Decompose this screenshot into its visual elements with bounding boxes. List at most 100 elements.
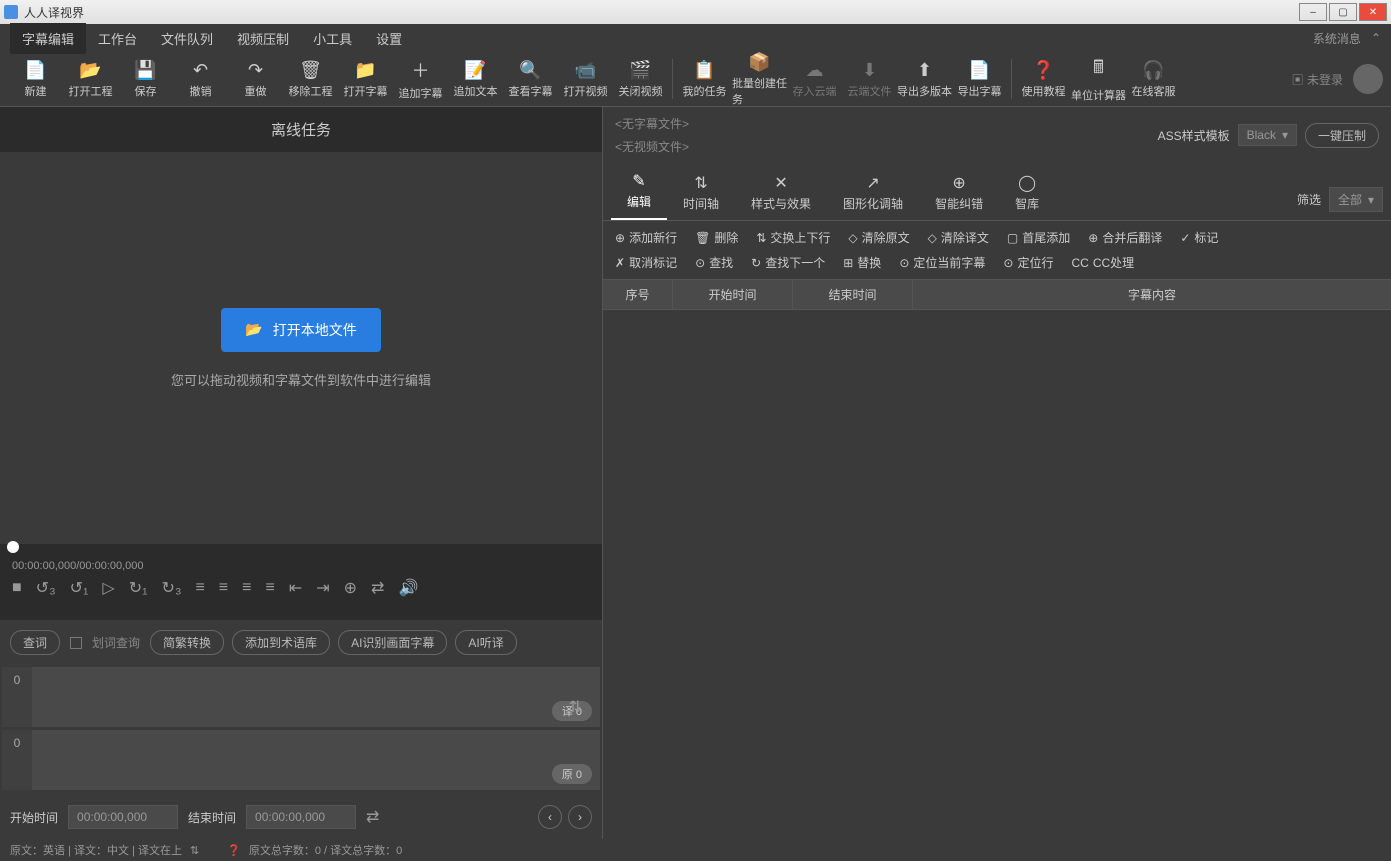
align2-button[interactable]: ≡ (242, 579, 251, 597)
tool-云端文件[interactable]: ⬇云端文件 (842, 54, 897, 104)
tool-打开视频[interactable]: 📹打开视频 (558, 54, 613, 104)
col-end[interactable]: 结束时间 (793, 280, 913, 309)
avatar[interactable] (1353, 64, 1383, 94)
tool-移除工程[interactable]: 🗑移除工程 (283, 54, 338, 104)
tool-我的任务[interactable]: 📋我的任务 (677, 54, 732, 104)
filter-select[interactable]: 全部▾ (1329, 187, 1383, 212)
system-message[interactable]: 系统消息 (1313, 30, 1361, 47)
chip-添加到术语库[interactable]: 添加到术语库 (232, 630, 330, 655)
tool-查看字幕[interactable]: 🔍查看字幕 (503, 54, 558, 104)
stop-button[interactable]: ■ (12, 579, 22, 597)
chip-AI识别画面字幕[interactable]: AI识别画面字幕 (338, 630, 447, 655)
oneclick-encode-button[interactable]: 一键压制 (1305, 123, 1379, 148)
indent-button[interactable]: ≡ (195, 579, 204, 597)
next-button[interactable]: › (568, 805, 592, 829)
target-button[interactable]: ⊕ (344, 578, 357, 598)
tab-时间轴[interactable]: ⇅时间轴 (667, 165, 735, 220)
loop-button[interactable]: ⇄ (371, 578, 384, 598)
fwd3-button[interactable]: ↻₃ (162, 578, 182, 598)
lookup-chip[interactable]: 查词 (10, 630, 60, 655)
action-定位行[interactable]: ⊙定位行 (1003, 254, 1053, 271)
tool-重做[interactable]: ↷重做 (228, 54, 283, 104)
tab-图形化调轴[interactable]: ↗图形化调轴 (827, 165, 919, 220)
tab-智库[interactable]: ◯智库 (999, 165, 1055, 220)
tool-在线客服[interactable]: 🎧在线客服 (1126, 54, 1181, 104)
open-local-file-button[interactable]: 📂 打开本地文件 (221, 308, 380, 352)
action-CC处理[interactable]: CCCC处理 (1071, 254, 1134, 271)
tool-追加字幕[interactable]: ＋追加字幕 (393, 54, 448, 104)
timeline-playhead[interactable] (0, 544, 602, 552)
tool-批量创建任务[interactable]: 📦批量创建任务 (732, 54, 787, 104)
tool-导出字幕[interactable]: 📄导出字幕 (952, 54, 1007, 104)
chip-AI听译[interactable]: AI听译 (455, 630, 516, 655)
swap-time-button[interactable]: ⇄ (366, 807, 379, 827)
action-替换[interactable]: ⊞替换 (843, 254, 881, 271)
action-定位当前字幕[interactable]: ⊙定位当前字幕 (899, 254, 985, 271)
tool-保存[interactable]: 💾保存 (118, 54, 173, 104)
skip-start-button[interactable]: ⇤ (289, 578, 302, 598)
tool-关闭视频[interactable]: 🎬关闭视频 (613, 54, 668, 104)
tool-单位计算器[interactable]: 🖩单位计算器 (1071, 54, 1126, 104)
action-清除原文[interactable]: ◇清除原文 (848, 229, 909, 246)
menu-1[interactable]: 工作台 (86, 23, 149, 54)
chevron-up-icon[interactable]: ⌃ (1371, 31, 1381, 45)
prev-button[interactable]: ‹ (538, 805, 562, 829)
maximize-button[interactable]: ▢ (1329, 3, 1357, 21)
menu-5[interactable]: 设置 (364, 23, 414, 54)
minimize-button[interactable]: – (1299, 3, 1327, 21)
edit-box-1[interactable]: 0原 0 (2, 730, 600, 790)
chip-简繁转换[interactable]: 简繁转换 (150, 630, 224, 655)
skip-end-button[interactable]: ⇥ (316, 578, 329, 598)
menu-0[interactable]: 字幕编辑 (10, 23, 86, 54)
tool-新建[interactable]: 📄新建 (8, 54, 63, 104)
tab-样式与效果[interactable]: ✕样式与效果 (735, 165, 827, 220)
action-查找下一个[interactable]: ↻查找下一个 (751, 254, 825, 271)
tool-导出多版本[interactable]: ⬆导出多版本 (897, 54, 952, 104)
col-index[interactable]: 序号 (603, 280, 673, 309)
edit-box-0[interactable]: 0译 0 (2, 667, 600, 727)
action-查找[interactable]: ⊙查找 (695, 254, 733, 271)
start-time-input[interactable] (68, 805, 178, 829)
end-time-input[interactable] (246, 805, 356, 829)
menu-2[interactable]: 文件队列 (149, 23, 225, 54)
action-取消标记[interactable]: ✗取消标记 (615, 254, 677, 271)
play-button[interactable]: ▷ (102, 578, 114, 598)
col-start[interactable]: 开始时间 (673, 280, 793, 309)
tab-icon: ⊕ (935, 173, 983, 193)
action-删除[interactable]: 🗑删除 (695, 229, 738, 246)
action-清除译文[interactable]: ◇清除译文 (928, 229, 989, 246)
tab-智能纠错[interactable]: ⊕智能纠错 (919, 165, 999, 220)
menu-4[interactable]: 小工具 (301, 23, 364, 54)
lang-status[interactable]: 原文：英语 | 译文：中文 | 译文在上 (10, 842, 182, 858)
align3-button[interactable]: ≡ (265, 579, 274, 597)
action-首尾添加[interactable]: ▢首尾添加 (1007, 229, 1070, 246)
grid-body[interactable] (603, 310, 1391, 839)
fwd1-button[interactable]: ↻₁ (129, 578, 148, 598)
align1-button[interactable]: ≡ (219, 579, 228, 597)
back1-button[interactable]: ↺₁ (70, 578, 89, 598)
action-交换上下行[interactable]: ⇅交换上下行 (756, 229, 830, 246)
login-status[interactable]: ▣ 未登录 (1292, 71, 1343, 88)
volume-button[interactable]: 🔊 (398, 578, 418, 598)
tool-打开字幕[interactable]: 📁打开字幕 (338, 54, 393, 104)
select-lookup-checkbox[interactable] (70, 637, 82, 649)
close-button[interactable]: ✕ (1359, 3, 1387, 21)
tool-存入云端[interactable]: ☁存入云端 (787, 54, 842, 104)
drop-area[interactable]: 📂 打开本地文件 您可以拖动视频和字幕文件到软件中进行编辑 (0, 152, 602, 544)
action-合并后翻译[interactable]: ⊕合并后翻译 (1088, 229, 1162, 246)
action-标记[interactable]: ✓标记 (1180, 229, 1218, 246)
tab-编辑[interactable]: ✎编辑 (611, 163, 667, 220)
menu-3[interactable]: 视频压制 (225, 23, 301, 54)
style-template-select[interactable]: Black▾ (1238, 124, 1297, 146)
col-content[interactable]: 字幕内容 (913, 280, 1391, 309)
tool-使用教程[interactable]: ❓使用教程 (1016, 54, 1071, 104)
back3-button[interactable]: ↺₃ (36, 578, 56, 598)
tool-打开工程[interactable]: 📂打开工程 (63, 54, 118, 104)
action-添加新行[interactable]: ⊕添加新行 (615, 229, 677, 246)
tool-追加文本[interactable]: 📝追加文本 (448, 54, 503, 104)
swap-lines-icon[interactable]: ⇅ (569, 697, 582, 741)
tool-撤销[interactable]: ↶撤销 (173, 54, 228, 104)
help-icon[interactable]: ❓ (227, 844, 241, 857)
swap-icon[interactable]: ⇅ (190, 844, 199, 857)
tool-icon: 🗑 (299, 60, 322, 81)
